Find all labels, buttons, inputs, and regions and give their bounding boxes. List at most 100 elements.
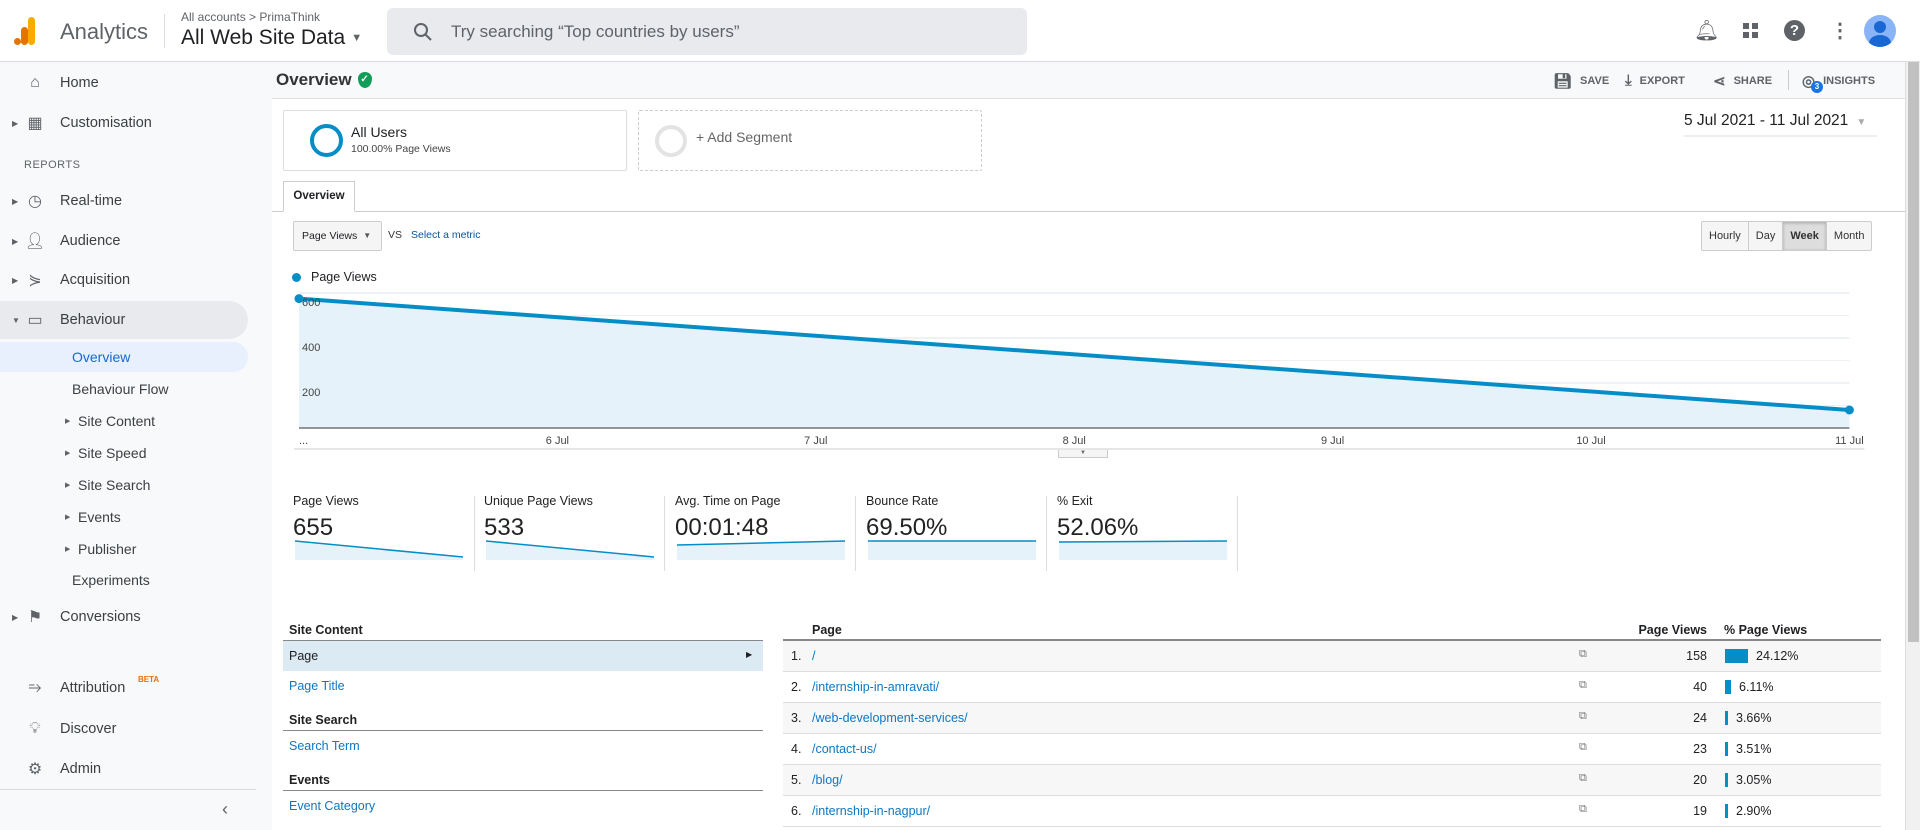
open-page-external-icon[interactable]: ⧉ (1579, 710, 1587, 723)
sidebar-sub-experiments[interactable]: Experiments (0, 565, 248, 595)
x-tick-label: 11 Jul (1835, 435, 1864, 447)
sidebar-sub-label: Site Search (78, 477, 151, 493)
page-link[interactable]: /blog/ (812, 773, 843, 787)
open-page-external-icon[interactable]: ⧉ (1579, 648, 1587, 661)
avatar[interactable] (1864, 15, 1896, 47)
row-number: 4. (791, 742, 802, 756)
share-button[interactable]: ⋖ SHARE (1713, 72, 1772, 90)
sidebar-sub-publisher[interactable]: ▶ Publisher (0, 534, 248, 564)
scorecard-page-views[interactable]: Page Views 655 (293, 494, 484, 569)
page-scrollbar[interactable] (1905, 62, 1920, 830)
search-bar[interactable]: Try searching “Top countries by users” (387, 8, 1027, 55)
reports-section-label: REPORTS (24, 159, 81, 171)
scorecard-avg-time-on-page[interactable]: Avg. Time on Page 00:01:48 (675, 494, 866, 569)
sidebar-sub-events[interactable]: ▶ Events (0, 502, 248, 532)
insights-button[interactable]: ◎ 3 INSIGHTS (1802, 72, 1875, 93)
person-icon: 👤︎ (24, 233, 46, 250)
chart-legend: Page Views (292, 270, 377, 284)
scorecard-value: 69.50% (866, 514, 948, 541)
col-header-page[interactable]: Page (812, 623, 842, 637)
beta-badge: BETA (138, 675, 160, 684)
page-link[interactable]: /web-development-services/ (812, 711, 968, 725)
scrollbar-thumb[interactable] (1908, 62, 1919, 642)
scorecard-unique-page-views[interactable]: Unique Page Views 533 (484, 494, 675, 569)
view-selector[interactable]: All Web Site Data ▼ (181, 26, 362, 50)
open-page-external-icon[interactable]: ⧉ (1579, 741, 1587, 754)
dimension-page-title-link[interactable]: Page Title (289, 679, 345, 693)
pct-bar (1725, 649, 1748, 663)
divider (283, 730, 763, 731)
date-range-picker[interactable]: 5 Jul 2021 - 11 Jul 2021 ▼ (1684, 112, 1877, 137)
scorecard-bounce-rate[interactable]: Bounce Rate 69.50% (866, 494, 1057, 569)
tab-overview[interactable]: Overview (283, 181, 355, 212)
scorecard-label: Bounce Rate (866, 494, 939, 508)
day-button[interactable]: Day (1749, 222, 1784, 250)
breadcrumb[interactable]: All accounts > PrimaThink (181, 10, 320, 24)
top-header: Analytics All accounts > PrimaThink All … (0, 0, 1920, 62)
col-header-pct-page-views[interactable]: % Page Views (1724, 623, 1807, 637)
page-link[interactable]: /contact-us/ (812, 742, 877, 756)
sidebar-item-label: Customisation (60, 115, 152, 131)
month-button[interactable]: Month (1827, 222, 1872, 250)
dimension-search-term-link[interactable]: Search Term (289, 739, 360, 753)
download-icon: ⤓ (1625, 72, 1632, 89)
page-link[interactable]: / (812, 649, 815, 663)
add-segment-button[interactable]: + Add Segment (638, 110, 982, 171)
sidebar-item-label: Conversions (60, 609, 141, 625)
sidebar-item-home[interactable]: ⌂ Home (0, 64, 248, 102)
segment-all-users[interactable]: All Users 100.00% Page Views (283, 110, 627, 171)
sidebar-sub-behaviour-flow[interactable]: Behaviour Flow (0, 374, 248, 404)
sidebar-item-admin[interactable]: ⚙ Admin (0, 750, 248, 788)
sidebar-item-acquisition[interactable]: ▶ ⋟ Acquisition (0, 261, 248, 299)
x-tick-label: 10 Jul (1576, 435, 1605, 447)
help-icon[interactable]: ? (1784, 20, 1805, 41)
bell-icon[interactable]: 🔔︎ (1694, 18, 1719, 43)
segment-sub: 100.00% Page Views (351, 143, 451, 155)
more-vert-icon[interactable]: ⋮ (1830, 18, 1850, 43)
search-input[interactable]: Try searching “Top countries by users” (451, 22, 739, 42)
sidebar-item-attribution[interactable]: ⥱ Attribution BETA (0, 669, 248, 707)
pct-value: 3.51% (1736, 742, 1772, 756)
divider (0, 789, 256, 790)
sidebar-item-audience[interactable]: ▶ 👤︎ Audience (0, 222, 248, 260)
table-row: 2. /internship-in-amravati/ ⧉ 40 6.11% (783, 672, 1881, 703)
page-link[interactable]: /internship-in-amravati/ (812, 680, 939, 694)
chart-expand-handle[interactable]: ▼ (1058, 450, 1108, 458)
sidebar-sub-site-content[interactable]: ▶ Site Content (0, 406, 248, 436)
page-link[interactable]: /internship-in-nagpur/ (812, 804, 930, 818)
select-metric-link[interactable]: Select a metric (411, 229, 480, 241)
sparkline (868, 540, 1036, 560)
sidebar-item-realtime[interactable]: ▶ ◷ Real-time (0, 182, 248, 220)
page-title: Overview (276, 70, 352, 89)
export-button[interactable]: ⤓ EXPORT (1625, 72, 1685, 89)
x-tick-label: 9 Jul (1321, 435, 1344, 447)
week-button[interactable]: Week (1783, 222, 1827, 250)
hourly-button[interactable]: Hourly (1702, 222, 1749, 250)
collapse-chevron-icon[interactable]: ‹ (222, 799, 228, 820)
table-row: 1. / ⧉ 158 24.12% (783, 641, 1881, 672)
open-page-external-icon[interactable]: ⧉ (1579, 679, 1587, 692)
sidebar-sub-site-search[interactable]: ▶ Site Search (0, 470, 248, 500)
divider (283, 790, 763, 791)
sidebar-item-discover[interactable]: 💡︎ Discover (0, 710, 248, 748)
sidebar-item-conversions[interactable]: ▶ ⚑ Conversions (0, 598, 248, 636)
sidebar-item-label: Real-time (60, 193, 123, 209)
sidebar-item-behaviour[interactable]: ▼ ▭ Behaviour (0, 301, 248, 339)
dimension-page-selected[interactable]: Page ▶ (283, 641, 763, 671)
sidebar-sub-site-speed[interactable]: ▶ Site Speed (0, 438, 248, 468)
open-page-external-icon[interactable]: ⧉ (1579, 772, 1587, 785)
caret-right-icon: ▶ (65, 546, 71, 553)
sidebar-item-customisation[interactable]: ▶ ▦ Customisation (0, 104, 248, 142)
open-page-external-icon[interactable]: ⧉ (1579, 803, 1587, 816)
area-fill (299, 298, 1850, 428)
pct-bar (1725, 773, 1728, 787)
save-button[interactable]: 💾︎ SAVE (1553, 72, 1609, 90)
col-header-page-views[interactable]: Page Views (1638, 623, 1707, 637)
apps-grid-icon[interactable] (1743, 23, 1759, 39)
sidebar-sub-label: Overview (72, 349, 131, 365)
sidebar-item-label: Home (60, 75, 99, 91)
scorecard-exit[interactable]: % Exit 52.06% (1057, 494, 1248, 569)
metric-select[interactable]: Page Views ▼ (293, 221, 382, 251)
dimension-event-category-link[interactable]: Event Category (289, 799, 375, 813)
sidebar-sub-overview[interactable]: Overview (0, 342, 248, 372)
